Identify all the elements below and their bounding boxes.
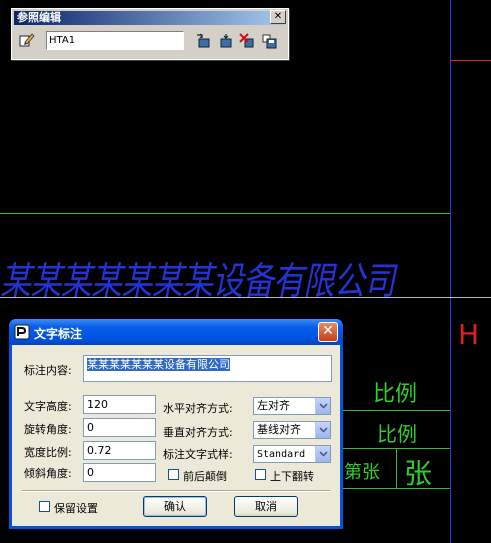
style-select[interactable]: Standard: [253, 445, 331, 463]
close-icon: ✕: [322, 323, 334, 339]
reference-edit-toolbar: 参照编辑 ✕ HTA1: [11, 8, 289, 60]
ok-button[interactable]: 确认: [143, 496, 207, 517]
h-align-value: 左对齐: [257, 399, 290, 412]
chevron-down-icon: [318, 451, 328, 457]
pencil-icon: [19, 33, 35, 47]
height-input[interactable]: 120: [83, 395, 156, 414]
add-to-set-icon: [197, 33, 210, 48]
width-ratio-input[interactable]: 0.72: [83, 441, 156, 460]
rotate-input[interactable]: 0: [83, 418, 156, 437]
green-table-line-1: [343, 410, 450, 411]
style-value: Standard: [257, 449, 306, 460]
reverse-label[interactable]: 前后颠倒: [183, 468, 227, 484]
content-label: 标注内容:: [24, 364, 72, 377]
content-input[interactable]: 某某某某某某某设备有限公司: [83, 355, 332, 382]
discard-icon: [239, 33, 254, 48]
v-align-value: 基线对齐: [257, 423, 301, 436]
slant-input[interactable]: 0: [83, 463, 156, 482]
keep-settings-checkbox[interactable]: [39, 501, 50, 512]
save-back-changes-button[interactable]: [260, 32, 278, 50]
green-line-upper: [0, 213, 450, 214]
chevron-down-icon: [318, 427, 328, 433]
dialog-separator: [22, 490, 330, 492]
dialog-close-button[interactable]: ✕: [318, 322, 338, 342]
cad-sheet-label: 第张: [344, 462, 380, 483]
flip-checkbox[interactable]: [255, 469, 266, 480]
width-ratio-label: 宽度比例:: [24, 446, 72, 459]
h-align-dropdown-arrow[interactable]: [315, 398, 330, 414]
app-icon: [14, 324, 30, 340]
chevron-down-icon: [318, 403, 328, 409]
toolbar-close-button[interactable]: ✕: [270, 10, 286, 24]
add-to-workset-button[interactable]: [194, 32, 212, 50]
edit-reference-button[interactable]: [18, 31, 36, 49]
rotate-label: 旋转角度:: [24, 423, 72, 436]
style-dropdown-arrow[interactable]: [315, 446, 330, 462]
reverse-checkbox[interactable]: [168, 469, 179, 480]
text-annotation-dialog: 文字标注 ✕ 标注内容: 某某某某某某某设备有限公司 文字高度: 120 旋转角…: [9, 319, 343, 529]
cad-partial-text: [148, 529, 298, 543]
keep-settings-label[interactable]: 保留设置: [54, 500, 98, 516]
green-table-line-3: [343, 488, 450, 489]
h-align-label: 水平对齐方式:: [163, 402, 233, 415]
height-label: 文字高度:: [24, 400, 72, 413]
cancel-button[interactable]: 取消: [234, 496, 298, 517]
cad-ratio-label-2: 比例: [377, 422, 417, 446]
dialog-body: 标注内容: 某某某某某某某设备有限公司 文字高度: 120 旋转角度: 0 宽度…: [12, 345, 340, 526]
blue-border-line: [450, 0, 451, 543]
content-selected-text: 某某某某某某某设备有限公司: [87, 358, 230, 371]
remove-from-set-icon: [220, 34, 232, 48]
slant-label: 倾斜角度:: [24, 467, 72, 480]
cad-ratio-label-1: 比例: [373, 382, 418, 407]
dialog-title-bar[interactable]: 文字标注 ✕: [9, 319, 343, 345]
v-align-label: 垂直对齐方式:: [163, 426, 233, 439]
dialog-title: 文字标注: [34, 327, 83, 341]
discard-changes-button[interactable]: [238, 32, 256, 50]
toolbar-title: 参照编辑: [14, 11, 286, 25]
style-label: 标注文字式样:: [163, 448, 233, 461]
red-line: [450, 60, 491, 61]
cad-zhang-label: 张: [404, 457, 433, 490]
reference-name-field[interactable]: HTA1: [46, 31, 184, 50]
remove-from-workset-button[interactable]: [216, 32, 234, 50]
v-align-dropdown-arrow[interactable]: [315, 422, 330, 438]
h-align-select[interactable]: 左对齐: [253, 397, 331, 415]
cad-company-text: 某某某某某某某设备有限公司: [0, 259, 395, 303]
flip-label[interactable]: 上下翻转: [270, 468, 314, 484]
v-align-select[interactable]: 基线对齐: [253, 421, 331, 439]
cad-h-label: H: [458, 318, 480, 351]
green-table-vline: [396, 448, 397, 488]
save-back-icon: [262, 34, 277, 49]
